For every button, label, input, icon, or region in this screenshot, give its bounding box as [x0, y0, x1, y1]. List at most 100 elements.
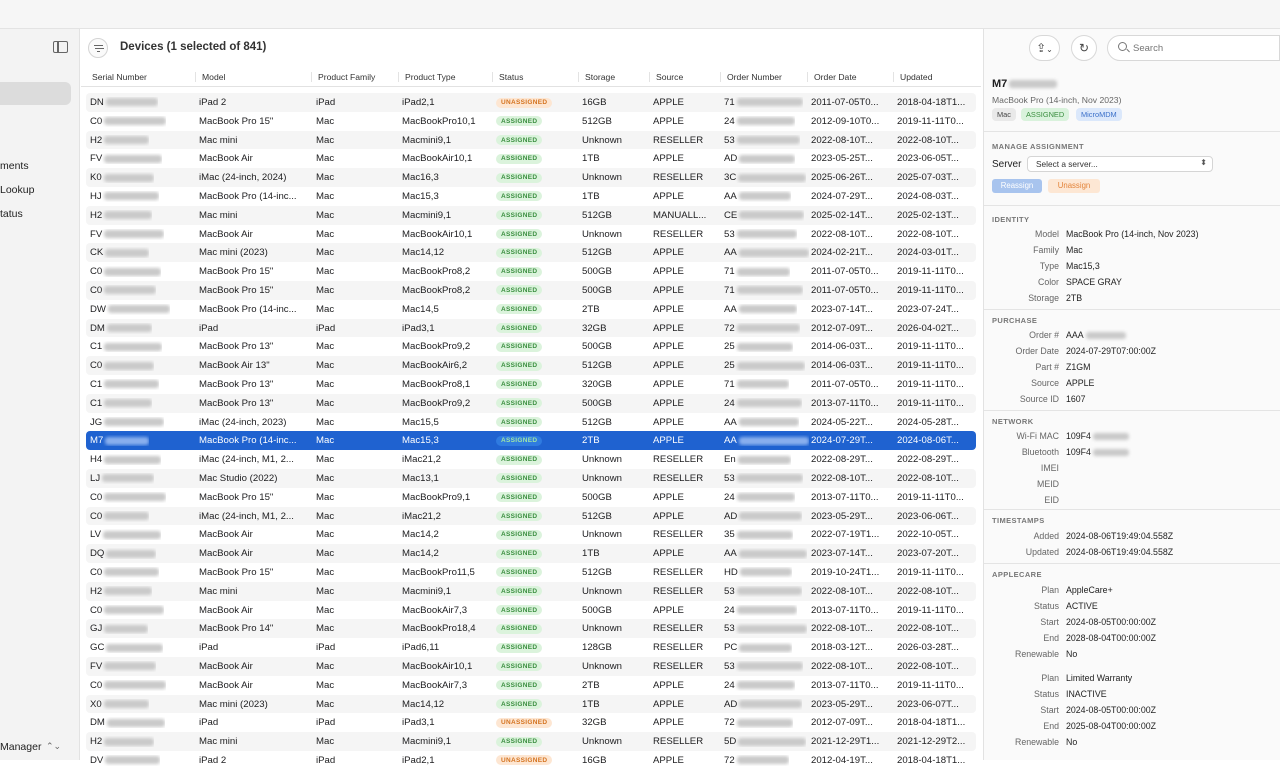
redacted-serial — [102, 474, 155, 483]
redacted-order — [736, 230, 797, 239]
column-header-storage[interactable]: Storage — [578, 72, 615, 82]
table-row[interactable]: H2 Mac mini Mac Macmini9,1 ASSIGNED Unknown RE… — [86, 130, 976, 150]
table-row[interactable]: H2 Mac mini Mac Macmini9,1 ASSIGNED Unknown RE… — [86, 732, 976, 751]
table-row[interactable]: C0 MacBook Pro 15" Mac MacBookPro8,2 ASSIGNE… — [86, 280, 976, 300]
table-row[interactable]: FV MacBook Air Mac MacBookAir10,1 ASSIGNED 1T… — [86, 149, 976, 168]
serial-prefix: FV — [90, 153, 103, 165]
cell-family: Mac — [316, 566, 335, 578]
table-row[interactable]: H2 Mac mini Mac Macmini9,1 ASSIGNED Unknown RE… — [86, 581, 976, 601]
redacted-serial — [104, 568, 160, 577]
table-row[interactable]: C1 MacBook Pro 13" Mac MacBookPro9,2 ASSIGNE… — [86, 337, 976, 356]
search-field[interactable] — [1107, 35, 1280, 61]
cell-source: APPLE — [653, 510, 684, 522]
column-header-serial[interactable]: Serial Number — [86, 72, 147, 82]
table-row[interactable]: C0 MacBook Air Mac MacBookAir7,3 ASSIGNED 2TB… — [86, 676, 976, 695]
cell-type: Mac14,5 — [402, 303, 439, 315]
cell-model: MacBook Pro 13" — [199, 397, 274, 409]
search-input[interactable] — [1133, 41, 1273, 55]
column-header-order-number[interactable]: Order Number — [720, 72, 782, 82]
column-header-order-date[interactable]: Order Date — [807, 72, 857, 82]
redacted-serial — [105, 436, 150, 445]
column-header-model[interactable]: Model — [195, 72, 225, 82]
cell-updated: 2018-04-18T1... — [897, 717, 966, 729]
cell-type: MacBookAir10,1 — [402, 228, 473, 240]
table-row[interactable]: DM iPad iPad iPad3,1 ASSIGNED 32GB APPLE 72 2012… — [86, 318, 976, 338]
cell-source: APPLE — [653, 115, 684, 127]
table-row[interactable]: C0 MacBook Pro 15" Mac MacBookPro8,2 ASSIGNE… — [86, 262, 976, 281]
share-button[interactable]: ⇪⌄ — [1029, 35, 1060, 61]
table-row[interactable]: DW MacBook Pro (14-inc... Mac Mac14,5 ASSIGN… — [86, 300, 976, 319]
column-header-status[interactable]: Status — [492, 72, 523, 82]
table-row[interactable]: C0 iMac (24-inch, M1, 2... Mac iMac21,2 ASSI… — [86, 506, 976, 526]
table-row[interactable]: C0 MacBook Air Mac MacBookAir7,3 ASSIGNED 500… — [86, 601, 976, 620]
sidebar-item-selected[interactable] — [0, 82, 71, 105]
cell-family: Mac — [316, 228, 335, 240]
table-row[interactable]: C0 MacBook Pro 15" Mac MacBookPro9,1 ASSIGNE… — [86, 488, 976, 507]
table-row[interactable]: FV MacBook Air Mac MacBookAir10,1 ASSIGNED Un… — [86, 656, 976, 676]
cell-updated: 2019-11-11T0... — [897, 284, 964, 296]
cell-order-number: AD — [724, 699, 803, 710]
table-row[interactable]: C1 MacBook Pro 13" Mac MacBookPro9,2 ASSIGNE… — [86, 393, 976, 413]
table-row[interactable]: GC iPad iPad iPad6,11 ASSIGNED 128GB RESELLER P… — [86, 638, 976, 657]
table-row[interactable]: C1 MacBook Pro 13" Mac MacBookPro8,1 ASSIGNE… — [86, 375, 976, 394]
column-header-updated[interactable]: Updated — [893, 72, 933, 82]
table-row[interactable]: K0 iMac (24-inch, 2024) Mac Mac16,3 ASSIGNED… — [86, 168, 976, 187]
cell-storage: 500GB — [582, 491, 612, 503]
sidebar-item-status[interactable]: tatus — [0, 208, 23, 220]
order-prefix: 25 — [724, 341, 735, 353]
order-prefix: AA — [724, 190, 737, 202]
redacted-serial — [104, 512, 150, 520]
field-value-text: 109F4 — [1066, 446, 1091, 457]
order-prefix: 24 — [724, 604, 735, 616]
cell-updated: 2026-03-28T... — [897, 642, 959, 654]
sidebar-manager-select[interactable]: Manager ⌃⌄ — [0, 741, 64, 758]
sidebar-item-lookup[interactable]: Lookup — [0, 184, 34, 196]
table-row[interactable]: C0 MacBook Air 13" Mac MacBookAir6,2 ASSIGNE… — [86, 356, 976, 375]
field-value: 2024-08-05T00:00:00Z — [1066, 705, 1156, 715]
field-value-text: AppleCare+ — [1066, 585, 1113, 595]
reassign-button[interactable]: Reassign — [992, 179, 1042, 193]
sidebar-toggle-icon[interactable] — [53, 41, 68, 53]
table-row[interactable]: LJ Mac Studio (2022) Mac Mac13,1 ASSIGNED Unk… — [86, 468, 976, 488]
table-row[interactable]: X0 Mac mini (2023) Mac Mac14,12 ASSIGNED 1TB A… — [86, 694, 976, 714]
table-row[interactable]: CK Mac mini (2023) Mac Mac14,12 ASSIGNED 512G… — [86, 243, 976, 263]
table-row[interactable]: C0 MacBook Pro 15" Mac MacBookPro10,1 ASSIGN… — [86, 112, 976, 131]
column-header-type[interactable]: Product Type — [398, 72, 455, 82]
table-row[interactable]: LV MacBook Air Mac Mac14,2 ASSIGNED Unknown RE… — [86, 525, 976, 544]
filter-icon[interactable] — [88, 38, 108, 58]
table-row[interactable]: C0 MacBook Pro 15" Mac MacBookPro11,5 ASSIGN… — [86, 563, 976, 582]
column-header-family[interactable]: Product Family — [311, 72, 375, 82]
cell-type: Mac13,1 — [402, 472, 439, 484]
field-value: 109F4 — [1066, 447, 1129, 457]
table-row[interactable]: GJ MacBook Pro 14" Mac MacBookPro18,4 ASSIGN… — [86, 619, 976, 639]
table-row[interactable]: FV MacBook Air Mac MacBookAir10,1 ASSIGNED Un… — [86, 225, 976, 244]
refresh-icon: ↻ — [1078, 41, 1090, 55]
serial-prefix: C1 — [90, 341, 103, 353]
table-row[interactable]: HJ MacBook Pro (14-inc... Mac Mac15,3 ASSIGN… — [86, 187, 976, 206]
server-select[interactable]: Select a server... ⬍ — [1027, 156, 1213, 172]
cell-serial: C0 — [90, 492, 167, 503]
table-row[interactable]: DV iPad 2 iPad iPad2,1 UNASSIGNED 16GB APPLE 72… — [86, 751, 976, 770]
table-row[interactable]: M7 MacBook Pro (14-inc... Mac Mac15,3 ASSIGN… — [86, 431, 976, 451]
sidebar-item-assignments[interactable]: ments — [0, 160, 29, 172]
page-title: Devices (1 selected of 841) — [120, 41, 267, 53]
cell-storage: 500GB — [582, 604, 612, 616]
cell-serial: H2 — [90, 210, 153, 221]
cell-status: ASSIGNED — [496, 698, 543, 709]
table-row[interactable]: H4 iMac (24-inch, M1, 2... Mac iMac21,2 ASSI… — [86, 450, 976, 469]
cell-serial: C1 — [90, 398, 153, 409]
table-row[interactable]: DM iPad iPad iPad3,1 UNASSIGNED 32GB APPLE 72 20… — [86, 713, 976, 732]
table-row[interactable]: DN iPad 2 iPad iPad2,1 UNASSIGNED 16GB APPLE 71… — [86, 93, 976, 112]
table-row[interactable]: JG iMac (24-inch, 2023) Mac Mac15,5 ASSIGNED… — [86, 413, 976, 432]
refresh-button[interactable]: ↻ — [1071, 35, 1097, 61]
cell-order-date: 2021-12-29T1... — [811, 736, 880, 748]
cell-status: ASSIGNED — [496, 566, 543, 578]
field-label: Bluetooth — [1021, 446, 1059, 457]
column-header-source[interactable]: Source — [649, 72, 683, 82]
table-row[interactable]: H2 Mac mini Mac Macmini9,1 ASSIGNED 512GB MANU… — [86, 205, 976, 225]
cell-source: RESELLER — [653, 134, 704, 146]
cell-order-date: 2023-07-14T... — [811, 548, 873, 560]
table-row[interactable]: DQ MacBook Air Mac Mac14,2 ASSIGNED 1TB APPLE A… — [86, 544, 976, 563]
unassign-button[interactable]: Unassign — [1048, 179, 1100, 193]
cell-model: Mac mini (2023) — [199, 698, 268, 710]
